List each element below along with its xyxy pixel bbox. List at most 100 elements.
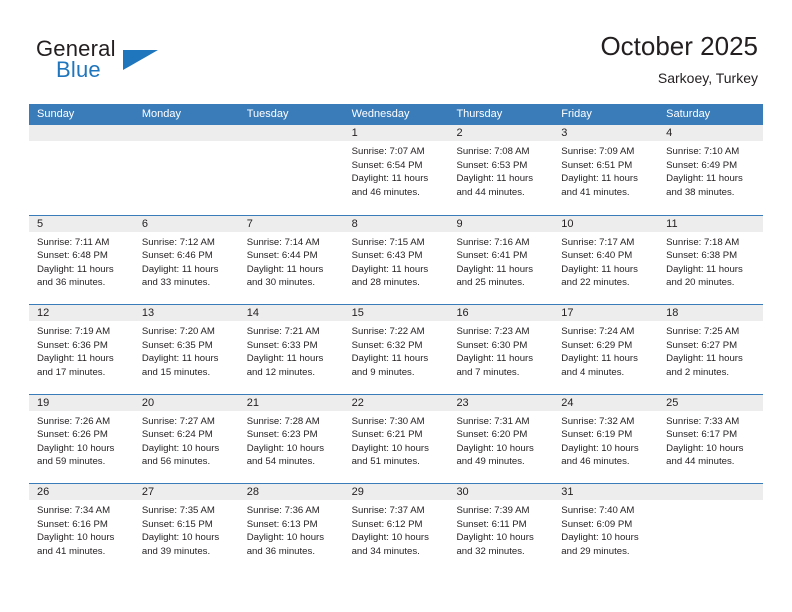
day-details: Sunrise: 7:39 AM Sunset: 6:11 PM Dayligh…	[448, 500, 553, 558]
sunset-line: Sunset: 6:40 PM	[561, 250, 633, 262]
day-details: Sunrise: 7:22 AM Sunset: 6:32 PM Dayligh…	[344, 321, 449, 379]
week-row: 26 Sunrise: 7:34 AM Sunset: 6:16 PM Dayl…	[29, 483, 764, 573]
day-number: 1	[351, 127, 358, 139]
daylight-line-2: and 56 minutes.	[141, 456, 211, 468]
day-cell[interactable]: 30 Sunrise: 7:39 AM Sunset: 6:11 PM Dayl…	[448, 484, 554, 573]
day-number-band: 27	[133, 484, 239, 500]
day-number: 30	[456, 486, 469, 498]
day-number-band: 4	[658, 125, 764, 141]
daylight-line-1: Daylight: 11 hours	[456, 263, 534, 275]
calendar-page: General Blue October 2025 Sarkoey, Turke…	[0, 0, 792, 612]
day-cell[interactable]: 1 Sunrise: 7:07 AM Sunset: 6:54 PM Dayli…	[343, 125, 449, 215]
day-number: 4	[666, 127, 673, 139]
day-cell[interactable]: 8 Sunrise: 7:15 AM Sunset: 6:43 PM Dayli…	[343, 215, 449, 304]
sunset-line: Sunset: 6:43 PM	[351, 250, 423, 262]
sunset-line: Sunset: 6:30 PM	[456, 339, 528, 351]
day-details: Sunrise: 7:23 AM Sunset: 6:30 PM Dayligh…	[448, 321, 553, 379]
day-number-band: 11	[658, 215, 764, 232]
day-cell[interactable]: 28 Sunrise: 7:36 AM Sunset: 6:13 PM Dayl…	[238, 484, 344, 573]
sunrise-line: Sunrise: 7:14 AM	[246, 236, 320, 248]
day-cell[interactable]: 21 Sunrise: 7:28 AM Sunset: 6:23 PM Dayl…	[238, 394, 344, 483]
sunset-line: Sunset: 6:46 PM	[141, 250, 213, 262]
day-number-band: 1	[343, 125, 449, 141]
daylight-line-1: Daylight: 10 hours	[351, 532, 429, 544]
week-row: 1 Sunrise: 7:07 AM Sunset: 6:54 PM Dayli…	[29, 125, 764, 215]
day-cell[interactable]: 12 Sunrise: 7:19 AM Sunset: 6:36 PM Dayl…	[29, 305, 134, 394]
day-cell[interactable]: 17 Sunrise: 7:24 AM Sunset: 6:29 PM Dayl…	[553, 305, 659, 394]
day-number: 12	[37, 307, 50, 319]
sunset-line: Sunset: 6:21 PM	[351, 429, 423, 441]
day-cell[interactable]: 25 Sunrise: 7:33 AM Sunset: 6:17 PM Dayl…	[658, 394, 764, 483]
weekday-thursday: Thursday	[456, 108, 503, 120]
sunset-line: Sunset: 6:24 PM	[141, 429, 213, 441]
page-title: October 2025	[600, 31, 758, 61]
sunrise-line: Sunrise: 7:33 AM	[666, 415, 740, 427]
sunrise-line: Sunrise: 7:31 AM	[456, 415, 530, 427]
sunset-line: Sunset: 6:13 PM	[246, 518, 318, 530]
day-cell[interactable]: 15 Sunrise: 7:22 AM Sunset: 6:32 PM Dayl…	[343, 305, 449, 394]
daylight-line-2: and 28 minutes.	[351, 277, 420, 289]
day-cell[interactable]: 29 Sunrise: 7:37 AM Sunset: 6:12 PM Dayl…	[343, 484, 449, 573]
daylight-line-2: and 25 minutes.	[456, 277, 525, 289]
day-cell	[238, 125, 344, 215]
day-number: 13	[141, 307, 155, 319]
day-cell[interactable]: 26 Sunrise: 7:34 AM Sunset: 6:16 PM Dayl…	[29, 484, 134, 573]
day-details	[29, 141, 134, 145]
day-number: 2	[456, 127, 463, 139]
day-cell[interactable]: 9 Sunrise: 7:16 AM Sunset: 6:41 PM Dayli…	[448, 215, 554, 304]
day-cell[interactable]: 13 Sunrise: 7:20 AM Sunset: 6:35 PM Dayl…	[133, 305, 239, 394]
day-cell[interactable]: 20 Sunrise: 7:27 AM Sunset: 6:24 PM Dayl…	[133, 394, 239, 483]
weekday-friday: Friday	[561, 108, 592, 120]
day-cell[interactable]: 6 Sunrise: 7:12 AM Sunset: 6:46 PM Dayli…	[133, 215, 239, 304]
day-cell[interactable]: 24 Sunrise: 7:32 AM Sunset: 6:19 PM Dayl…	[553, 394, 659, 483]
day-cell[interactable]: 3 Sunrise: 7:09 AM Sunset: 6:51 PM Dayli…	[553, 125, 659, 215]
logo[interactable]: General Blue	[36, 36, 236, 92]
day-details: Sunrise: 7:36 AM Sunset: 6:13 PM Dayligh…	[239, 500, 344, 558]
day-cell[interactable]: 18 Sunrise: 7:25 AM Sunset: 6:27 PM Dayl…	[658, 305, 764, 394]
sunset-line: Sunset: 6:54 PM	[351, 159, 423, 171]
day-number: 19	[37, 396, 50, 409]
day-number-band: 16	[448, 305, 554, 321]
sunset-line: Sunset: 6:49 PM	[666, 159, 738, 171]
day-number-band: 15	[343, 305, 449, 321]
day-number-band: 25	[658, 394, 764, 411]
day-cell[interactable]: 7 Sunrise: 7:14 AM Sunset: 6:44 PM Dayli…	[238, 215, 344, 304]
day-cell[interactable]: 16 Sunrise: 7:23 AM Sunset: 6:30 PM Dayl…	[448, 305, 554, 394]
day-number-band	[238, 125, 344, 141]
page-header: General Blue October 2025 Sarkoey, Turke…	[0, 0, 792, 104]
day-number: 10	[561, 217, 574, 230]
sunset-line: Sunset: 6:17 PM	[666, 429, 738, 441]
day-cell[interactable]: 27 Sunrise: 7:35 AM Sunset: 6:15 PM Dayl…	[133, 484, 239, 573]
day-details: Sunrise: 7:21 AM Sunset: 6:33 PM Dayligh…	[239, 321, 344, 379]
sunset-line: Sunset: 6:36 PM	[37, 339, 108, 351]
day-number: 3	[561, 127, 568, 139]
day-number: 8	[351, 217, 358, 230]
daylight-line-2: and 44 minutes.	[456, 186, 525, 198]
day-number: 18	[666, 307, 679, 319]
day-cell[interactable]: 10 Sunrise: 7:17 AM Sunset: 6:40 PM Dayl…	[553, 215, 659, 304]
day-cell[interactable]: 11 Sunrise: 7:18 AM Sunset: 6:38 PM Dayl…	[658, 215, 764, 304]
day-cell[interactable]: 14 Sunrise: 7:21 AM Sunset: 6:33 PM Dayl…	[238, 305, 344, 394]
day-cell[interactable]: 4 Sunrise: 7:10 AM Sunset: 6:49 PM Dayli…	[658, 125, 764, 215]
day-number-band: 2	[448, 125, 554, 141]
day-cell[interactable]: 19 Sunrise: 7:26 AM Sunset: 6:26 PM Dayl…	[29, 394, 134, 483]
day-number: 29	[351, 486, 364, 498]
day-details: Sunrise: 7:09 AM Sunset: 6:51 PM Dayligh…	[553, 141, 658, 199]
sunset-line: Sunset: 6:53 PM	[456, 159, 528, 171]
day-cell[interactable]: 23 Sunrise: 7:31 AM Sunset: 6:20 PM Dayl…	[448, 394, 554, 483]
day-cell[interactable]: 31 Sunrise: 7:40 AM Sunset: 6:09 PM Dayl…	[553, 484, 659, 573]
day-cell[interactable]: 22 Sunrise: 7:30 AM Sunset: 6:21 PM Dayl…	[343, 394, 449, 483]
sunset-line: Sunset: 6:44 PM	[246, 250, 318, 262]
day-number-band: 30	[448, 484, 554, 500]
sunrise-line: Sunrise: 7:37 AM	[351, 505, 425, 516]
sunrise-line: Sunrise: 7:17 AM	[561, 236, 635, 248]
daylight-line-2: and 41 minutes.	[37, 545, 106, 557]
day-cell[interactable]: 2 Sunrise: 7:08 AM Sunset: 6:53 PM Dayli…	[448, 125, 554, 215]
day-cell[interactable]: 5 Sunrise: 7:11 AM Sunset: 6:48 PM Dayli…	[29, 215, 134, 304]
sunset-line: Sunset: 6:26 PM	[37, 429, 108, 441]
daylight-line-2: and 34 minutes.	[351, 545, 420, 557]
daylight-line-1: Daylight: 11 hours	[351, 173, 429, 185]
day-details: Sunrise: 7:10 AM Sunset: 6:49 PM Dayligh…	[658, 141, 763, 199]
week-row: 5 Sunrise: 7:11 AM Sunset: 6:48 PM Dayli…	[29, 214, 764, 304]
day-details: Sunrise: 7:18 AM Sunset: 6:38 PM Dayligh…	[658, 232, 763, 290]
